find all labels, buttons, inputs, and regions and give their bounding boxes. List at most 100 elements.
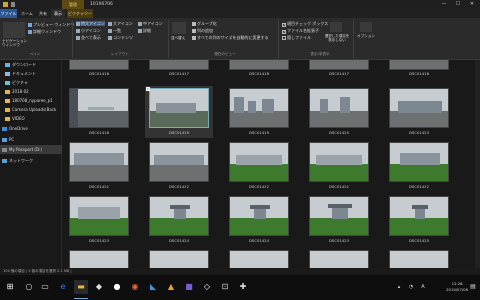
file-tile[interactable]: DSC01423: [305, 196, 373, 246]
file-tile[interactable]: [305, 250, 373, 268]
layout-list[interactable]: 一覧: [108, 28, 121, 33]
file-tile[interactable]: DSC01422: [225, 142, 293, 192]
clock[interactable]: 12:28 2019/07/06: [446, 281, 468, 293]
nav-pane-icon[interactable]: [3, 22, 25, 38]
start-windows-icon[interactable]: ⊞: [3, 280, 17, 294]
layout-extra-large[interactable]: 特大アイコン: [76, 21, 105, 26]
file-name: DSC01422: [168, 184, 190, 189]
minimize-button[interactable]: —: [440, 1, 448, 8]
scrollbar[interactable]: [475, 60, 480, 268]
file-tile[interactable]: DSC01421: [65, 142, 133, 192]
options-button[interactable]: オプション: [357, 34, 375, 39]
sort-button[interactable]: 並べ替え: [171, 36, 185, 41]
context-tab-manage[interactable]: 管理: [62, 0, 84, 9]
hidden-items-toggle[interactable]: 隠しファイル: [282, 35, 311, 40]
file-extension-toggle[interactable]: ✓ファイル名拡張子: [282, 28, 319, 34]
nav-item-downloads[interactable]: ダウンロード: [0, 60, 62, 69]
layout-details[interactable]: 詳細: [138, 28, 151, 33]
store-icon[interactable]: ◆: [92, 280, 106, 294]
file-explorer-icon[interactable]: ▬: [74, 280, 88, 294]
vscode-icon[interactable]: ◣: [146, 280, 160, 294]
layout-content[interactable]: コンテンツ: [108, 35, 133, 40]
file-tile[interactable]: DSC01424: [225, 196, 293, 246]
nav-item-documents[interactable]: ドキュメント: [0, 69, 62, 78]
current-view-group-label: 現在のビュー: [214, 52, 236, 56]
file-tile[interactable]: DSC01417: [145, 60, 213, 80]
file-tile[interactable]: DSC01422: [145, 142, 213, 192]
checkbox-icon: [282, 36, 286, 40]
nav-item-network[interactable]: ネットワーク: [0, 156, 62, 165]
add-columns-button[interactable]: 列の追加: [192, 28, 213, 33]
notification-icon[interactable]: ▤: [466, 280, 480, 294]
file-tile[interactable]: [225, 250, 293, 268]
close-button[interactable]: ✕: [468, 1, 476, 8]
folder-icon[interactable]: [3, 2, 8, 7]
layout-group-label: レイアウト: [111, 52, 129, 56]
image-thumbnail: [149, 142, 209, 182]
nav-item-folder[interactable]: Camera Uploads(Back: [0, 105, 62, 114]
item-checkbox-toggle[interactable]: ✓項目チェック ボックス: [282, 21, 328, 27]
nav-item-onedrive[interactable]: OneDrive: [0, 124, 62, 133]
file-tile[interactable]: DSC01418: [65, 88, 133, 138]
checkbox-checked-icon[interactable]: ✓: [146, 87, 150, 91]
preview-pane-button[interactable]: プレビュー ウィンドウ: [28, 22, 74, 27]
nav-item-my-passport[interactable]: My Passport (D:): [0, 145, 62, 154]
details-pane-button[interactable]: 詳細ウィンドウ: [28, 29, 61, 34]
quick-access-toolbar-icon[interactable]: [11, 2, 15, 7]
file-tile[interactable]: DSC01423: [65, 196, 133, 246]
file-tile[interactable]: [65, 250, 133, 268]
file-tile[interactable]: [385, 250, 453, 268]
image-thumbnail: [389, 196, 449, 236]
file-tile[interactable]: [145, 250, 213, 268]
layout-small[interactable]: 小アイコン: [76, 28, 101, 33]
hide-selected-icon[interactable]: [330, 22, 342, 32]
nav-item-folder[interactable]: 180708_nyparee_p1: [0, 96, 62, 105]
file-tile[interactable]: DSC01423: [385, 88, 453, 138]
tab-share[interactable]: 共有: [36, 9, 50, 18]
app-icon[interactable]: ◇: [200, 280, 214, 294]
search-icon[interactable]: ○: [22, 280, 36, 294]
edge-icon[interactable]: e: [56, 280, 70, 294]
app-icon[interactable]: ●: [110, 280, 124, 294]
file-name: DSC01423: [88, 238, 110, 243]
file-tile-selected[interactable]: ✓ DSC01419: [145, 86, 213, 138]
tab-file[interactable]: ファイル: [0, 9, 17, 18]
app-icon[interactable]: ✚: [236, 280, 250, 294]
layout-large[interactable]: 大アイコン: [108, 21, 133, 26]
tab-view[interactable]: 表示: [51, 9, 65, 18]
sort-icon[interactable]: [172, 22, 186, 34]
maximize-button[interactable]: ☐: [454, 1, 462, 8]
file-tile[interactable]: DSC01421: [305, 142, 373, 192]
file-tile[interactable]: DSC01424: [145, 196, 213, 246]
nav-item-pc[interactable]: PC: [0, 135, 62, 144]
group-by-button[interactable]: グループ化: [192, 21, 217, 26]
vlc-icon[interactable]: ▲: [164, 280, 178, 294]
nav-item-pictures[interactable]: ピクチャ: [0, 78, 62, 87]
nav-item-folder[interactable]: VIDEO: [0, 114, 62, 123]
file-tile[interactable]: DSC01425: [385, 196, 453, 246]
onenote-icon[interactable]: ■: [182, 280, 196, 294]
tab-home[interactable]: ホーム: [19, 9, 35, 18]
file-tile[interactable]: DSC01416: [385, 60, 453, 80]
firefox-icon[interactable]: ◉: [128, 280, 142, 294]
file-tile[interactable]: DSC01418: [225, 60, 293, 80]
ime-icon[interactable]: A: [416, 280, 430, 294]
file-tile[interactable]: DSC01416: [65, 60, 133, 80]
file-tile[interactable]: DSC01422: [385, 142, 453, 192]
fit-columns-button[interactable]: すべての列のサイズを自動的に変更する: [192, 35, 268, 40]
nav-item-folder[interactable]: 2018-02: [0, 87, 62, 96]
file-tile[interactable]: DSC01417: [305, 60, 373, 80]
task-view-icon[interactable]: ▭: [38, 280, 52, 294]
large-icons-icon: [108, 22, 112, 26]
file-tile[interactable]: DSC01420: [305, 88, 373, 138]
tab-picture-tools[interactable]: ピクチャツール: [67, 9, 93, 25]
ribbon-tabs: ファイル ホーム 共有 表示 ピクチャツール: [0, 9, 480, 25]
layout-tiles[interactable]: 並べて表示: [76, 35, 101, 40]
app-icon[interactable]: ⊡: [218, 280, 232, 294]
hide-selected-button[interactable]: 選択した項目を表示しない: [324, 34, 350, 42]
nav-pane-button[interactable]: ナビゲーション ウィンドウ: [2, 39, 27, 47]
image-thumbnail: [389, 88, 449, 128]
options-icon[interactable]: [360, 22, 372, 32]
file-tile[interactable]: DSC01419: [225, 88, 293, 138]
layout-medium[interactable]: 中アイコン: [138, 21, 163, 26]
